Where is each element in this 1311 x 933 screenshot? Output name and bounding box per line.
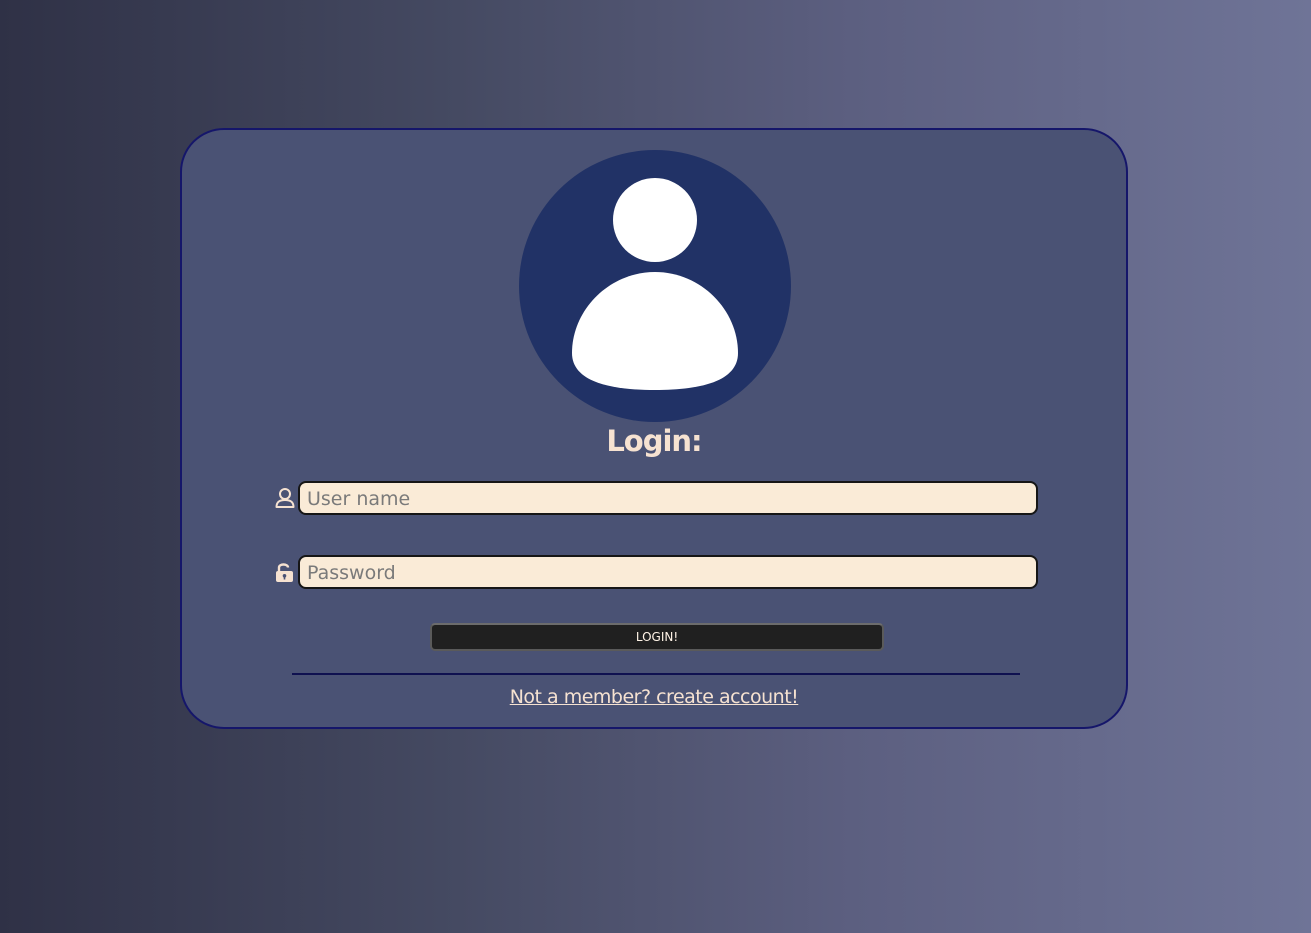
person-avatar-icon xyxy=(572,178,738,390)
password-input[interactable] xyxy=(298,555,1038,589)
avatar xyxy=(519,150,791,422)
divider xyxy=(292,673,1020,675)
user-icon xyxy=(275,488,295,508)
create-account-link[interactable]: Not a member? create account! xyxy=(510,686,799,708)
login-button[interactable]: LOGIN! xyxy=(430,623,884,651)
password-row xyxy=(274,555,1038,589)
login-card: Login: LOGIN! Not a member? create accou… xyxy=(180,128,1128,729)
username-input[interactable] xyxy=(298,481,1038,515)
unlock-icon xyxy=(276,563,293,582)
login-title: Login: xyxy=(606,424,702,458)
signup-link-container: Not a member? create account! xyxy=(182,686,1126,708)
username-row xyxy=(274,481,1038,515)
